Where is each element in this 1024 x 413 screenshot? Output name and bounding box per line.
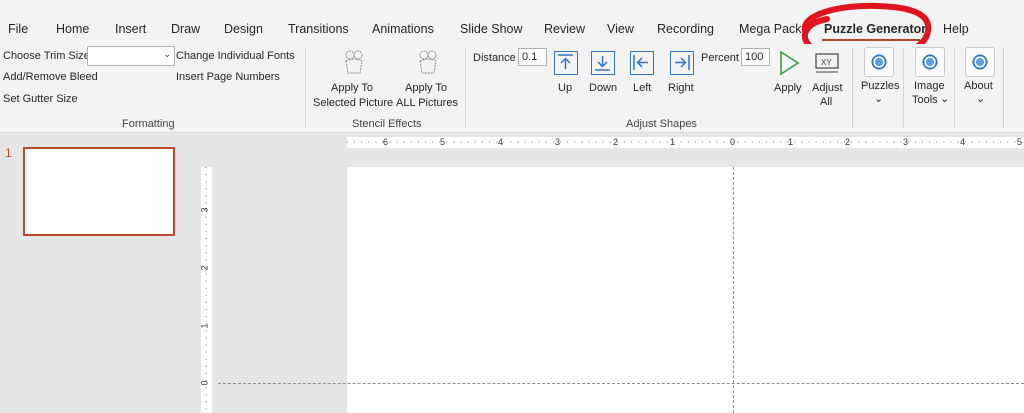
ruler-label: 2 <box>199 265 210 271</box>
up-label: Up <box>558 82 573 94</box>
add-remove-bleed-button[interactable]: Add/Remove Bleed <box>3 71 98 83</box>
stencil-picture-icon <box>345 50 363 74</box>
adjust-all-line2: All <box>820 96 833 108</box>
tab-review[interactable]: Review <box>544 22 585 36</box>
puzzles-label: Puzzles <box>861 80 900 92</box>
choose-trim-size-label: Choose Trim Size <box>3 50 90 62</box>
chevron-down-icon: ⌄ <box>163 49 171 59</box>
trim-size-dropdown[interactable]: ⌄ <box>87 46 175 66</box>
ruler-label: 6 <box>383 137 389 147</box>
group-separator <box>305 48 306 128</box>
chevron-down-icon: ⌄ <box>874 93 884 105</box>
apply-all-line1: Apply To <box>405 82 447 94</box>
stencil-all-pictures-icon <box>419 50 437 74</box>
ruler-label: 4 <box>498 137 504 147</box>
horizontal-guide[interactable] <box>218 383 1024 384</box>
distance-input[interactable]: 0.1 <box>518 48 547 66</box>
tab-insert[interactable]: Insert <box>115 22 146 36</box>
arrow-up-icon <box>554 51 578 75</box>
arrow-down-icon <box>591 51 615 75</box>
tab-draw[interactable]: Draw <box>171 22 200 36</box>
apply-label: Apply <box>774 82 802 94</box>
group-separator <box>954 48 955 128</box>
tab-help[interactable]: Help <box>943 22 969 36</box>
insert-page-numbers-button[interactable]: Insert Page Numbers <box>176 71 280 83</box>
tab-design[interactable]: Design <box>224 22 263 36</box>
image-tools-line2: Tools <box>912 94 938 106</box>
percent-label: Percent <box>701 52 739 64</box>
down-label: Down <box>589 82 618 94</box>
ruler-label: 5 <box>1017 137 1023 147</box>
play-icon <box>780 50 800 76</box>
percent-input[interactable]: 100 <box>741 48 770 66</box>
distance-label: Distance <box>473 52 516 64</box>
ruler-label: 2 <box>845 137 851 147</box>
tab-slide-show[interactable]: Slide Show <box>460 22 523 36</box>
ruler-label: 1 <box>199 323 210 329</box>
ruler-label: 0 <box>199 380 210 386</box>
adjust-all-line1: Adjust <box>812 82 843 94</box>
group-separator <box>903 48 904 128</box>
ruler-label: 1 <box>788 137 794 147</box>
set-gutter-size-button[interactable]: Set Gutter Size <box>3 93 78 105</box>
formatting-group-label: Formatting <box>122 118 175 130</box>
tab-home[interactable]: Home <box>56 22 89 36</box>
horizontal-ruler: 6 5 4 3 2 1 0 1 2 3 4 5 <box>347 137 1024 148</box>
xy-axes-icon: XY <box>815 53 839 73</box>
puzzles-icon <box>864 47 894 77</box>
ruler-label: 0 <box>730 137 736 147</box>
vertical-guide[interactable] <box>733 167 734 413</box>
right-label: Right <box>668 82 694 94</box>
apply-selected-line1: Apply To <box>331 82 373 94</box>
chevron-down-icon: ⌄ <box>940 93 950 105</box>
group-separator <box>465 48 466 128</box>
image-tools-line1: Image <box>914 80 945 92</box>
ruler-label: 3 <box>199 207 210 213</box>
chevron-down-icon: ⌄ <box>976 93 986 105</box>
tab-view[interactable]: View <box>607 22 634 36</box>
ruler-label: 5 <box>440 137 446 147</box>
group-separator <box>852 48 853 128</box>
image-tools-icon <box>915 47 945 77</box>
ruler-label: 2 <box>613 137 619 147</box>
slide-canvas[interactable] <box>347 167 1024 413</box>
ruler-label: 3 <box>903 137 909 147</box>
slide-number: 1 <box>5 146 12 160</box>
vertical-ruler: 3 2 1 0 <box>199 167 212 413</box>
group-separator <box>1003 48 1004 128</box>
stencil-effects-group-label: Stencil Effects <box>352 118 422 130</box>
ruler-label: 3 <box>555 137 561 147</box>
ruler-label: 4 <box>960 137 966 147</box>
apply-selected-line2: Selected Picture <box>313 97 394 109</box>
svg-text:XY: XY <box>821 58 832 67</box>
left-label: Left <box>633 82 652 94</box>
tab-transitions[interactable]: Transitions <box>288 22 349 36</box>
arrow-right-icon <box>670 51 694 75</box>
tab-animations[interactable]: Animations <box>372 22 434 36</box>
apply-all-line2: ALL Pictures <box>396 97 458 109</box>
tab-file[interactable]: File <box>8 22 28 36</box>
arrow-left-icon <box>630 51 654 75</box>
change-individual-fonts-button[interactable]: Change Individual Fonts <box>176 50 295 62</box>
about-label: About <box>964 80 993 92</box>
ruler-label: 1 <box>670 137 676 147</box>
adjust-shapes-group-label: Adjust Shapes <box>626 118 697 130</box>
about-icon <box>965 47 995 77</box>
tab-mega-pack[interactable]: Mega Pack <box>739 22 802 36</box>
slide-thumbnail[interactable] <box>23 147 175 236</box>
tab-recording[interactable]: Recording <box>657 22 714 36</box>
